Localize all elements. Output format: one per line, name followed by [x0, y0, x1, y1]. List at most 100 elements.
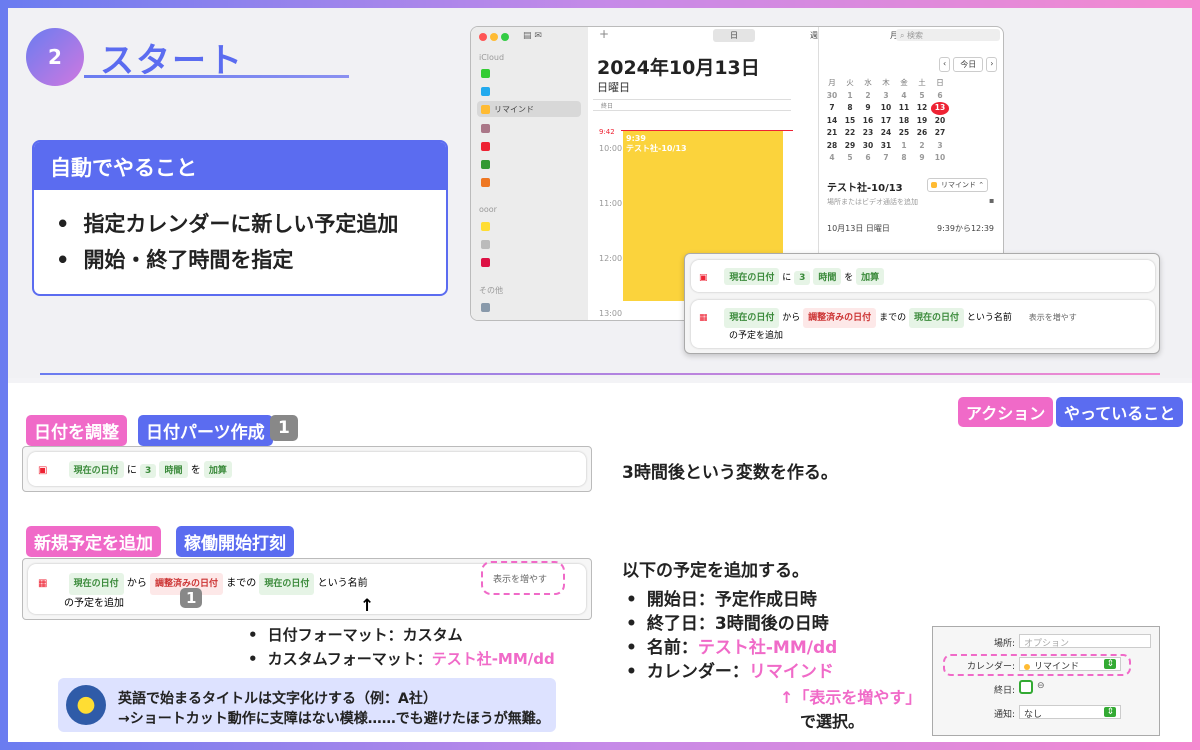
token-name[interactable]: 現在の日付 — [259, 573, 315, 595]
calendar-13-icon: ▦ — [38, 578, 48, 589]
step1-action[interactable]: ▣ 現在の日付 に 3 時間 を 加算 — [28, 452, 586, 486]
token-number[interactable]: 3 — [794, 271, 811, 285]
sidebar-group-3: その他 — [479, 286, 503, 295]
auto-card: 自動でやること 指定カレンダーに新しい予定追加 開始・終了時間を指定 — [32, 140, 448, 296]
tab-week[interactable]: 週 — [793, 29, 835, 42]
token-operation[interactable]: 加算 — [856, 268, 885, 285]
token-operation[interactable]: 加算 — [203, 461, 232, 478]
calendar-color-yellow[interactable] — [481, 222, 494, 231]
search-input[interactable]: ⌕ 検索 — [896, 29, 1000, 41]
calendar-sidebar: ▤ ✉ iCloud リマインド ooor その他 — [471, 27, 588, 320]
spec-name: 名前：テスト社-MM/dd — [626, 636, 837, 660]
calendar-color-slate[interactable] — [481, 303, 494, 312]
detail-location[interactable]: 場所またはビデオ通話を追加 — [827, 197, 918, 207]
calendar-select[interactable]: リマインド ⇕ — [1019, 657, 1121, 672]
format-list: 日付フォーマット：カスタム カスタムフォーマット：テスト社-MM/dd — [248, 623, 555, 671]
event-time: 9:39 — [626, 134, 646, 143]
mini-cal-week: 7 8 9 10 11 12 13 — [823, 102, 949, 115]
calendar-color-green[interactable] — [481, 69, 494, 78]
token-unit[interactable]: 時間 — [159, 461, 188, 478]
format-item: カスタムフォーマット：テスト社-MM/dd — [248, 647, 555, 671]
show-more-link[interactable]: 表示を増やす — [481, 561, 565, 595]
time-label: 11:00 — [599, 199, 623, 208]
calendar-color-blue[interactable] — [481, 87, 494, 96]
token-current-date[interactable]: 現在の日付 — [724, 268, 780, 285]
sidebar-toggle-icon[interactable]: ▤ ✉ — [523, 31, 542, 41]
step1-action-tag: 日付を調整 — [26, 415, 127, 446]
select-note: で選択。 — [800, 712, 865, 731]
sidebar-item-remind[interactable]: リマインド — [477, 101, 581, 117]
now-time: 9:42 — [599, 128, 615, 136]
detail-range: 9:39から12:39 — [937, 224, 995, 233]
calendar-action-icon: ▣ — [699, 273, 708, 283]
calendar-label: カレンダー: — [966, 662, 1015, 672]
tab-day[interactable]: 日 — [713, 29, 755, 42]
time-label: 13:00 — [599, 309, 623, 318]
prev-month-button[interactable]: ‹ — [939, 57, 951, 72]
allday-label: 終日: — [993, 686, 1015, 696]
detail-date: 10月13日 日曜日 — [827, 224, 890, 233]
token-unit[interactable]: 時間 — [813, 268, 842, 285]
detail-event-name: テスト社-10/13 — [827, 183, 903, 194]
action-add-event[interactable]: ▦ 現在の日付 から 調整済みの日付 までの 現在の日付 という名前 表示を増や… — [691, 300, 1155, 348]
step1-description: 3時間後という変数を作る。 — [622, 463, 838, 483]
alert-select[interactable]: なし ⇕ — [1019, 705, 1121, 720]
calendar-color-gray[interactable] — [481, 240, 494, 249]
legend-doing: やっていること — [1056, 397, 1184, 427]
location-field[interactable]: オプション — [1019, 634, 1151, 649]
tip-line-2: →ショートカット動作に支障はない模様……でも避けたほうが無難。 — [118, 711, 550, 727]
minus-circle-icon[interactable]: ⊖ — [1037, 681, 1045, 691]
section-divider — [40, 373, 1160, 375]
alert-label: 通知: — [993, 710, 1015, 720]
today-button[interactable]: 今日 — [953, 57, 984, 72]
action-adjust-date[interactable]: ▣ 現在の日付 に 3 時間 を 加算 — [691, 260, 1155, 292]
step2-action-tag: 新規予定を追加 — [26, 526, 161, 557]
show-more-link[interactable]: 表示を増やす — [1029, 313, 1077, 322]
token-adjusted-date[interactable]: 調整済みの日付 — [803, 308, 877, 328]
weekday-label: 日曜日 — [597, 81, 630, 94]
token-start-date[interactable]: 現在の日付 — [68, 573, 124, 595]
sidebar-group-2: ooor — [479, 205, 497, 214]
time-label: 12:00 — [599, 254, 623, 263]
allday-checkbox[interactable] — [1019, 680, 1033, 694]
title-underline — [84, 75, 349, 78]
mini-cal-week: 30 1 2 3 4 5 6 — [826, 90, 943, 100]
calendar-color-darkgreen[interactable] — [481, 160, 494, 169]
legend-action: アクション — [958, 397, 1054, 427]
calendar-color-red[interactable] — [481, 142, 494, 151]
token-name[interactable]: 現在の日付 — [908, 308, 964, 328]
spec-calendar: カレンダー：リマインド — [626, 660, 837, 684]
mini-cal-week: 14 15 16 17 18 19 20 — [826, 115, 946, 125]
add-event-icon[interactable]: + — [599, 27, 609, 41]
mini-calendar: 月火水木金土日 30 1 2 3 4 5 6 7 8 9 10 11 12 13 14 15 16 17 18 1… — [823, 77, 949, 165]
shortcut-popup: ▣ 現在の日付 に 3 時間 を 加算 ▦ 現在の日付 から 調整済みの日付 ま… — [684, 253, 1160, 354]
event-name: テスト社-10/13 — [626, 144, 687, 153]
window-controls[interactable] — [479, 33, 512, 43]
token-current-date[interactable]: 現在の日付 — [68, 461, 124, 478]
top-section: 2 スタート 自動でやること 指定カレンダーに新しい予定追加 開始・終了時間を指… — [8, 8, 1192, 378]
mini-cal-week: 28 29 30 31 1 2 3 — [826, 140, 943, 150]
token-number[interactable]: 3 — [140, 464, 157, 478]
next-month-button[interactable]: › — [986, 57, 998, 72]
mini-cal-today: 13 — [931, 102, 949, 115]
step2-description: 以下の予定を追加する。 — [622, 561, 809, 581]
step2-action-frame: ▦ 現在の日付 から 調整済みの日付 までの 現在の日付 という名前 の予定を追… — [22, 558, 592, 620]
step-number-badge: 2 — [26, 28, 84, 86]
token-start-date[interactable]: 現在の日付 — [724, 308, 780, 328]
tip-box: ● 英語で始まるタイトルは文字化けする（例：A社） →ショートカット動作に支障は… — [58, 678, 556, 732]
step1-doing-tag: 日付パーツ作成 — [138, 415, 273, 446]
calendar-13-icon: ▦ — [699, 313, 708, 323]
step2-badge: 1 — [180, 588, 203, 608]
day-title: 2024年10月13日 — [597, 57, 760, 79]
slide: 2 スタート 自動でやること 指定カレンダーに新しい予定追加 開始・終了時間を指… — [8, 8, 1192, 742]
tip-line-1: 英語で始まるタイトルは文字化けする（例：A社） — [118, 691, 437, 707]
calendar-color-crimson[interactable] — [481, 258, 494, 267]
auto-card-item: 指定カレンダーに新しい予定追加 — [56, 206, 424, 242]
calendar-color-orange[interactable] — [481, 178, 494, 187]
time-label: 10:00 — [599, 144, 623, 153]
sidebar-item-label: リマインド — [494, 105, 534, 114]
detail-calendar-select[interactable]: リマインド ⌃ — [927, 178, 989, 192]
step2-doing-tag: 稼働開始打刻 — [176, 526, 294, 557]
video-icon[interactable]: ▪ — [989, 196, 994, 205]
calendar-color-brown[interactable] — [481, 124, 494, 133]
